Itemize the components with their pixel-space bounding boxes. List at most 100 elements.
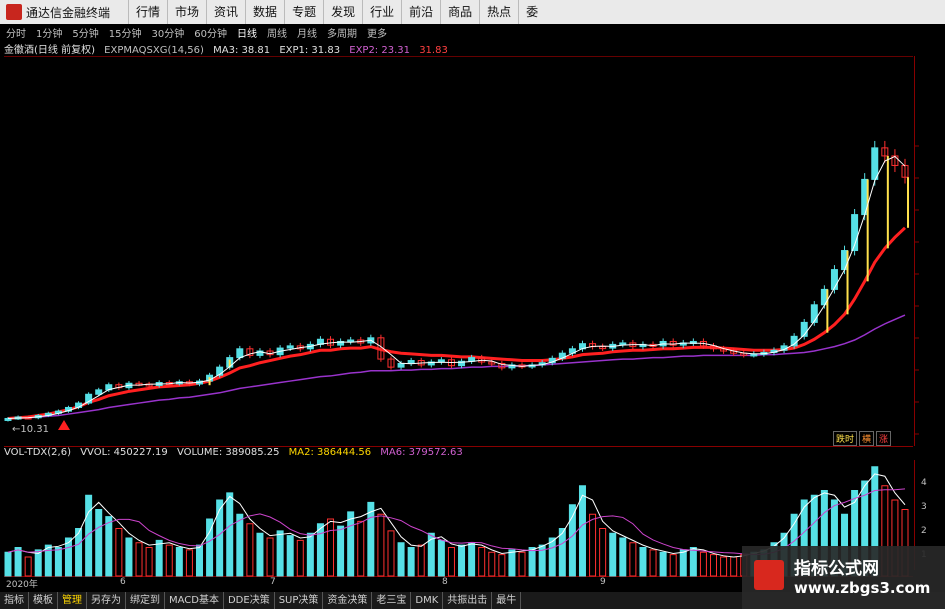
bottom-tab-0[interactable]: 指标 xyxy=(0,592,29,609)
volume-bar xyxy=(710,554,718,577)
signal-bar xyxy=(866,179,869,282)
signal-bar xyxy=(826,289,829,333)
volume-bar xyxy=(256,532,264,577)
volume-bar xyxy=(609,532,617,577)
candle-body xyxy=(468,357,476,362)
volume-bar xyxy=(276,530,284,577)
volume-bar xyxy=(458,544,466,577)
candle-body xyxy=(236,348,244,359)
volume-bar xyxy=(488,551,496,577)
volume-bar xyxy=(14,547,22,577)
bottom-tab-11[interactable]: 共振出击 xyxy=(443,592,493,609)
volume-bar xyxy=(589,513,597,577)
volume-bar xyxy=(528,547,536,577)
volume-bar xyxy=(508,549,516,577)
volume-bar xyxy=(397,542,405,577)
volume-bar xyxy=(568,504,576,577)
volume-bar xyxy=(407,547,415,577)
candle-body xyxy=(830,269,838,290)
ma3-line xyxy=(7,155,906,419)
volume-bar xyxy=(417,544,425,577)
candle-body xyxy=(286,345,294,349)
volume-bar xyxy=(165,544,173,577)
volume-bar xyxy=(347,511,355,577)
volume-bar xyxy=(226,492,234,577)
volume-bar xyxy=(377,513,385,577)
volume-bar xyxy=(236,513,244,577)
volume-bar xyxy=(679,549,687,577)
volume-bar xyxy=(639,547,647,577)
vol-ma2-line xyxy=(7,473,906,558)
volume-bar xyxy=(286,535,294,577)
candle-body xyxy=(397,362,405,368)
volume-bar xyxy=(185,549,193,577)
volume-bar xyxy=(730,556,738,577)
signal-bar xyxy=(886,155,889,249)
bottom-tab-9[interactable]: 老三宝 xyxy=(372,592,412,609)
candle-body xyxy=(437,359,445,363)
volume-bar xyxy=(720,556,728,577)
volume-bar xyxy=(95,509,103,577)
watermark-logo-icon xyxy=(754,560,784,590)
volume-bar xyxy=(175,547,183,577)
volume-bar xyxy=(306,532,314,577)
volume-bar xyxy=(629,542,637,577)
candle-body xyxy=(407,360,415,364)
watermark-url: www.zbgs3.com xyxy=(794,579,931,597)
volume-bar xyxy=(266,537,274,577)
low-marker-icon xyxy=(58,420,70,430)
volume-bar xyxy=(296,539,304,577)
bottom-tab-4[interactable]: 绑定到 xyxy=(126,592,165,609)
volume-bar xyxy=(437,539,445,577)
volume-bar xyxy=(216,499,224,577)
candle-body xyxy=(95,389,103,395)
candle-body xyxy=(871,147,879,180)
volume-bar xyxy=(468,542,476,577)
low-price-label: ←10.31 xyxy=(12,424,49,435)
volume-bar xyxy=(195,544,203,577)
volume-bar xyxy=(387,530,395,577)
volume-bar xyxy=(357,520,365,577)
volume-bar xyxy=(518,551,526,577)
volume-bar xyxy=(54,547,62,577)
volume-bar xyxy=(327,518,335,577)
bottom-tab-2[interactable]: 管理 xyxy=(58,592,87,609)
bottom-tab-6[interactable]: DDE决策 xyxy=(224,592,275,609)
volume-bar xyxy=(367,501,375,577)
candle-body xyxy=(810,304,818,323)
volume-bar xyxy=(115,528,123,577)
bottom-tab-12[interactable]: 最牛 xyxy=(492,592,522,609)
volume-bar xyxy=(548,537,556,577)
bottom-tab-3[interactable]: 另存为 xyxy=(87,592,126,609)
volume-bar xyxy=(337,525,345,577)
bottom-tab-7[interactable]: SUP决策 xyxy=(275,592,324,609)
bottom-tab-5[interactable]: MACD基本 xyxy=(165,592,224,609)
volume-bar xyxy=(246,523,254,577)
exp1-line xyxy=(7,226,907,420)
watermark: 指标公式网 www.zbgs3.com xyxy=(742,546,945,609)
kline-chart: ←10.31 xyxy=(4,140,919,577)
volume-bar xyxy=(689,547,697,577)
bottom-tab-8[interactable]: 资金决策 xyxy=(323,592,373,609)
bottom-tab-1[interactable]: 模板 xyxy=(29,592,58,609)
volume-bar xyxy=(145,547,153,577)
volume-bar xyxy=(135,542,143,577)
volume-bar xyxy=(669,554,677,577)
volume-bar xyxy=(4,551,12,577)
volume-bar xyxy=(24,556,32,577)
volume-bar xyxy=(659,551,667,577)
signal-bar xyxy=(208,377,211,386)
volume-bar xyxy=(316,523,324,577)
volume-bar xyxy=(105,516,113,577)
watermark-title: 指标公式网 xyxy=(794,559,879,579)
volume-bar xyxy=(125,537,133,577)
signal-bar xyxy=(907,177,909,228)
volume-bar xyxy=(447,547,455,577)
bottom-tab-10[interactable]: DMK xyxy=(411,592,444,609)
volume-bar xyxy=(619,537,627,577)
exp2-line xyxy=(7,314,906,420)
volume-bar xyxy=(155,539,163,577)
volume-bar xyxy=(699,551,707,577)
volume-bar xyxy=(498,554,506,577)
volume-bar xyxy=(649,549,657,577)
